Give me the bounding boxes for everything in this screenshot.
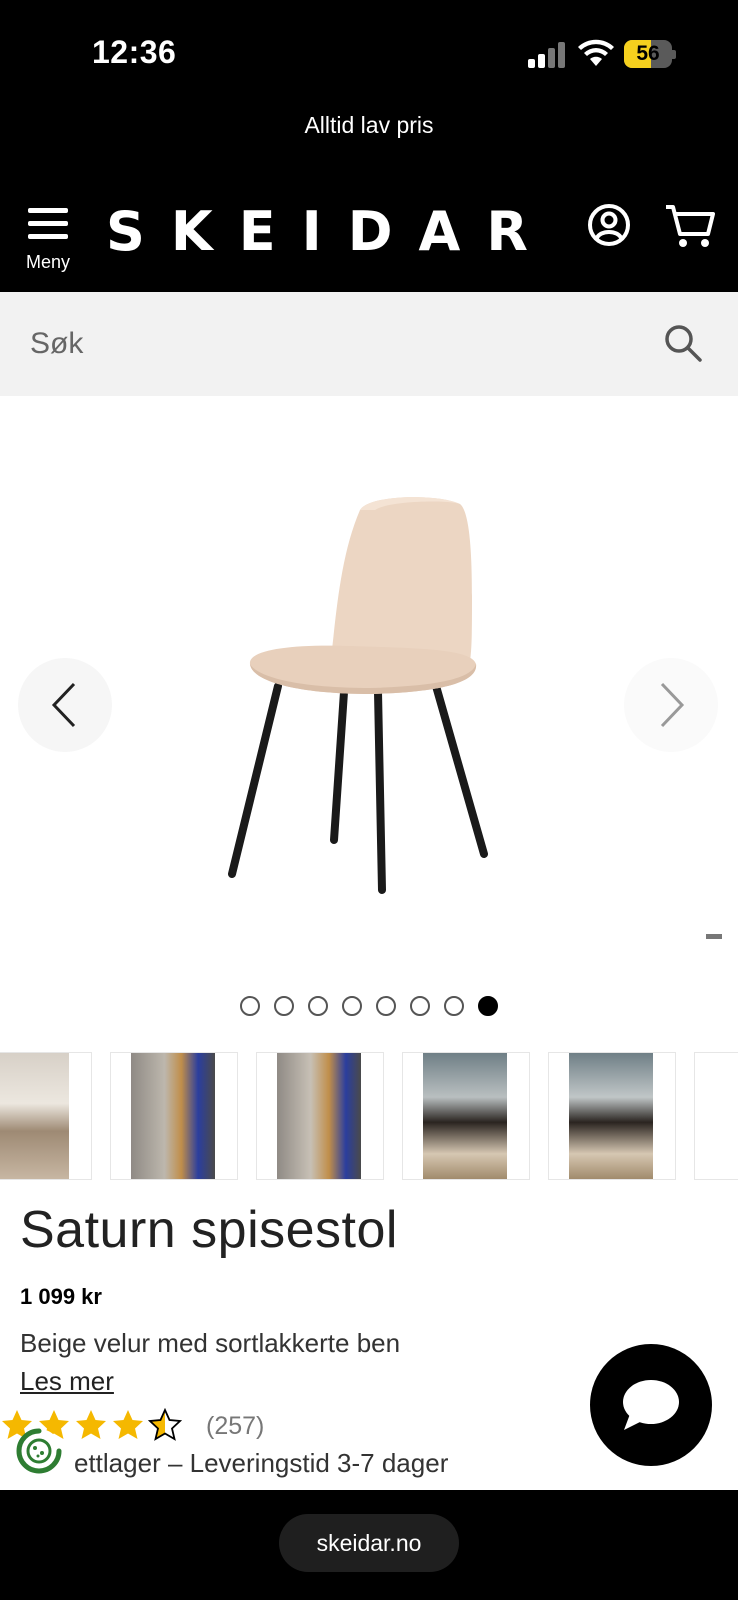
search-icon[interactable] <box>662 322 704 364</box>
address-bar[interactable]: skeidar.no <box>279 1514 459 1572</box>
gallery-pagination <box>0 996 738 1016</box>
product-title: Saturn spisestol <box>20 1201 398 1259</box>
review-count: (257) <box>206 1412 265 1440</box>
read-more-link[interactable]: Les mer <box>20 1366 114 1397</box>
browser-toolbar: skeidar.no <box>0 1490 738 1600</box>
gallery-dot[interactable] <box>376 996 396 1016</box>
promo-banner: Alltid lav pris <box>0 110 738 172</box>
thumbnail[interactable] <box>402 1052 530 1180</box>
gallery-dot[interactable] <box>444 996 464 1016</box>
gallery-dot[interactable] <box>274 996 294 1016</box>
cookie-settings-icon[interactable] <box>14 1426 64 1476</box>
thumbnail[interactable] <box>694 1052 738 1180</box>
hamburger-icon <box>28 206 68 242</box>
star-icon <box>113 1410 143 1439</box>
signal-icon <box>528 40 568 68</box>
battery-icon: 56 <box>624 40 676 68</box>
promo-text: Alltid lav pris <box>304 112 434 138</box>
product-price: 1 099 kr <box>20 1284 102 1309</box>
thumbnail-strip[interactable] <box>0 1052 738 1180</box>
gallery-dot[interactable] <box>478 996 498 1016</box>
site-logo[interactable]: SKEIDAR <box>106 198 528 266</box>
chevron-right-icon <box>660 682 685 728</box>
thumbnail[interactable] <box>0 1052 92 1180</box>
thumbnail[interactable] <box>548 1052 676 1180</box>
star-icon <box>76 1410 106 1439</box>
cart-icon[interactable] <box>664 202 716 250</box>
account-icon[interactable] <box>586 202 632 248</box>
wifi-icon <box>578 39 614 66</box>
star-icon <box>148 1408 182 1441</box>
search-input[interactable] <box>30 318 630 370</box>
chat-bubble-icon <box>623 1380 679 1430</box>
menu-label: Meny <box>25 252 70 272</box>
chat-button[interactable] <box>590 1344 712 1466</box>
menu-button[interactable]: Meny <box>18 202 78 278</box>
gallery-next-button[interactable] <box>624 658 718 752</box>
gallery-dot[interactable] <box>240 996 260 1016</box>
zoom-indicator <box>706 934 722 939</box>
gallery-dot[interactable] <box>342 996 362 1016</box>
gallery-dot[interactable] <box>410 996 430 1016</box>
battery-level: 56 <box>636 42 660 65</box>
thumbnail[interactable] <box>110 1052 238 1180</box>
product-gallery <box>0 396 738 976</box>
product-description: Beige velur med sortlakkerte ben <box>20 1328 401 1358</box>
chevron-left-icon <box>51 682 76 728</box>
status-time: 12:36 <box>92 34 177 70</box>
gallery-dot[interactable] <box>308 996 328 1016</box>
thumbnail[interactable] <box>256 1052 384 1180</box>
status-bar: 12:36 56 <box>0 0 738 110</box>
gallery-prev-button[interactable] <box>18 658 112 752</box>
stock-status: ettlager – Leveringstid 3-7 dager <box>74 1448 449 1478</box>
product-image[interactable] <box>210 496 530 916</box>
search-bar <box>0 292 738 396</box>
site-header: Meny SKEIDAR <box>0 172 738 292</box>
